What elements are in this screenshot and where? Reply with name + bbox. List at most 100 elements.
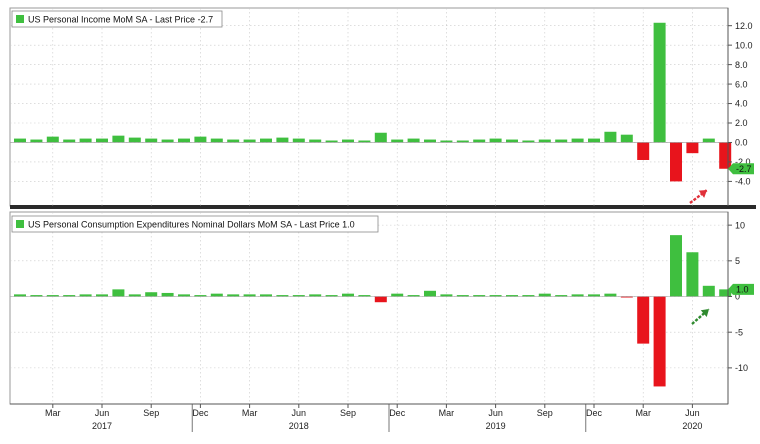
bar bbox=[161, 139, 174, 143]
x-tick-label: Jun bbox=[292, 408, 307, 418]
top-panel-frame bbox=[9, 7, 729, 207]
x-year-label: 2020 bbox=[682, 421, 702, 431]
x-tick-label: Dec bbox=[586, 408, 603, 418]
bottom-panel-frame bbox=[9, 211, 729, 405]
bar bbox=[637, 142, 650, 160]
top-last-price-text: -2.7 bbox=[736, 164, 752, 174]
panel-divider bbox=[10, 205, 756, 209]
bar bbox=[604, 293, 617, 297]
x-tick-label: Jun bbox=[685, 408, 700, 418]
y-tick-label: -5 bbox=[735, 327, 743, 337]
bar bbox=[178, 294, 190, 297]
bar bbox=[686, 142, 699, 154]
bar bbox=[112, 135, 125, 143]
bar bbox=[670, 142, 682, 182]
bar bbox=[538, 139, 551, 143]
x-axis-ticks: Mar Jun Sep Dec Mar Jun Sep Dec Mar Jun Sep Dec Mar J… bbox=[45, 404, 702, 432]
x-tick-label: Jun bbox=[95, 408, 110, 418]
bar bbox=[424, 290, 436, 297]
bar bbox=[604, 131, 617, 143]
x-tick-label: Sep bbox=[340, 408, 356, 418]
bar bbox=[473, 139, 486, 143]
y-tick-label: 10 bbox=[735, 220, 745, 230]
bar bbox=[702, 285, 715, 297]
bar bbox=[243, 139, 256, 143]
bar bbox=[342, 139, 354, 143]
bar bbox=[342, 293, 354, 297]
bottom-legend-swatch bbox=[16, 220, 24, 228]
bottom-legend-text: US Personal Consumption Expenditures Nom… bbox=[28, 220, 355, 230]
bar bbox=[276, 137, 289, 143]
top-last-price-badge: -2.7 bbox=[728, 163, 754, 175]
bar bbox=[79, 138, 92, 143]
y-tick-label: 10.0 bbox=[735, 40, 753, 50]
x-tick-label: Dec bbox=[192, 408, 209, 418]
x-tick-label: Mar bbox=[439, 408, 455, 418]
bar bbox=[719, 142, 732, 169]
bar bbox=[407, 138, 420, 143]
top-legend: US Personal Income MoM SA - Last Price -… bbox=[11, 10, 223, 28]
bar bbox=[653, 22, 666, 143]
bar bbox=[14, 294, 26, 297]
bar bbox=[424, 139, 436, 143]
x-year-label: 2019 bbox=[486, 421, 506, 431]
bar bbox=[637, 296, 650, 344]
bar bbox=[571, 138, 584, 143]
top-legend-swatch bbox=[16, 15, 24, 23]
bar bbox=[210, 138, 223, 143]
y-tick-label: 12.0 bbox=[735, 21, 753, 31]
top-y-ticks: -4.0-2.00.02.04.06.08.010.012.0 bbox=[728, 21, 753, 187]
bar bbox=[702, 138, 715, 143]
y-tick-label: 8.0 bbox=[735, 60, 748, 70]
bar bbox=[620, 134, 633, 143]
x-tick-label: Sep bbox=[143, 408, 159, 418]
bar bbox=[260, 294, 272, 297]
bar bbox=[538, 293, 551, 297]
y-tick-label: -4.0 bbox=[735, 177, 751, 187]
bar bbox=[489, 138, 502, 143]
bar bbox=[686, 252, 699, 297]
bar bbox=[374, 296, 387, 303]
bar bbox=[391, 139, 404, 143]
x-tick-label: Jun bbox=[488, 408, 503, 418]
bar bbox=[145, 292, 158, 297]
bar bbox=[161, 292, 174, 297]
bar bbox=[588, 294, 600, 297]
bar bbox=[194, 136, 207, 143]
y-tick-label: -10 bbox=[735, 363, 748, 373]
top-legend-text: US Personal Income MoM SA - Last Price -… bbox=[28, 15, 213, 25]
y-tick-label: 4.0 bbox=[735, 99, 748, 109]
bar bbox=[112, 289, 125, 297]
bottom-last-price-badge: 1.0 bbox=[728, 283, 754, 295]
bar bbox=[309, 294, 322, 297]
bar bbox=[653, 296, 666, 387]
x-tick-label: Dec bbox=[389, 408, 406, 418]
bar bbox=[96, 138, 108, 143]
bar bbox=[178, 138, 190, 143]
bar bbox=[210, 293, 223, 297]
bar bbox=[440, 294, 453, 297]
bar bbox=[243, 294, 256, 297]
bar bbox=[227, 139, 240, 143]
bar bbox=[588, 138, 600, 143]
x-tick-label: Mar bbox=[242, 408, 258, 418]
bar bbox=[374, 132, 387, 143]
bar bbox=[96, 294, 108, 297]
bar bbox=[128, 294, 141, 297]
bottom-legend: US Personal Consumption Expenditures Nom… bbox=[11, 215, 379, 233]
bar bbox=[292, 138, 305, 143]
bar bbox=[260, 138, 272, 143]
x-tick-label: Mar bbox=[45, 408, 61, 418]
bar bbox=[145, 138, 158, 143]
bar bbox=[79, 294, 92, 297]
bar bbox=[63, 139, 76, 143]
y-tick-label: 0.0 bbox=[735, 138, 748, 148]
bar bbox=[391, 293, 404, 297]
chart-canvas: -4.0-2.00.02.04.06.08.010.012.0 -10-5051… bbox=[9, 7, 756, 432]
bottom-last-price-text: 1.0 bbox=[736, 285, 749, 295]
y-tick-label: 6.0 bbox=[735, 79, 748, 89]
bar bbox=[555, 139, 568, 143]
x-year-label: 2018 bbox=[289, 421, 309, 431]
y-tick-label: 2.0 bbox=[735, 118, 748, 128]
bar bbox=[571, 294, 584, 297]
